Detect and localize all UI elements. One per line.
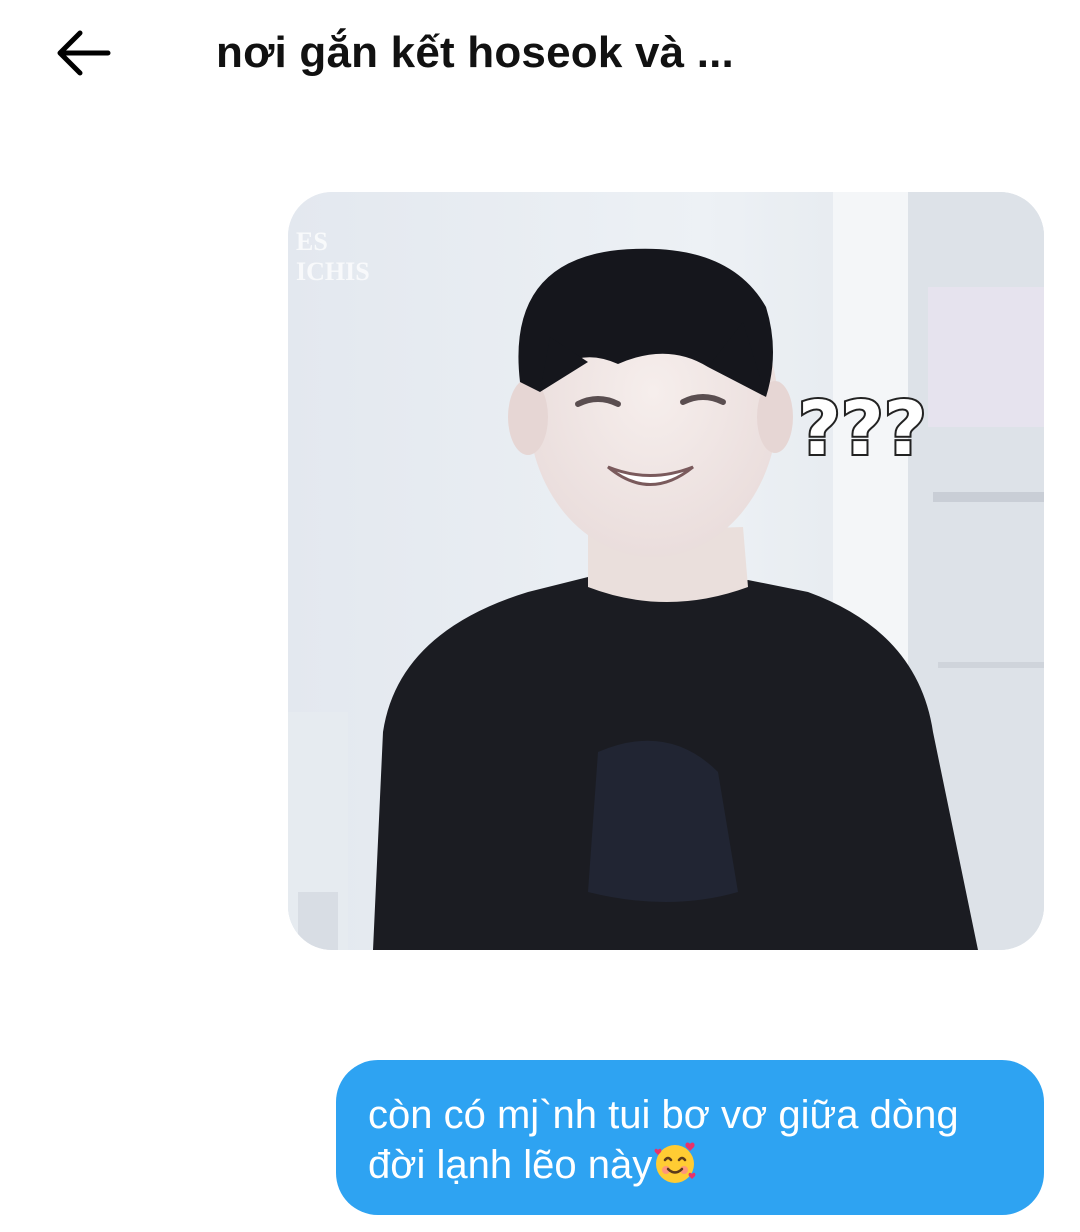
svg-text:???: ??? xyxy=(798,386,927,472)
svg-text:ES: ES xyxy=(296,227,328,256)
smiling-face-with-hearts-icon xyxy=(654,1142,696,1183)
svg-text:ICHIS: ICHIS xyxy=(296,257,370,286)
back-button[interactable] xyxy=(52,26,114,80)
image-message[interactable]: ES ICHIS ??? xyxy=(288,192,1044,950)
photo-icon: ES ICHIS ??? xyxy=(288,192,1044,950)
chat-header: nơi gắn kết hoseok và ... xyxy=(0,0,1080,110)
text-message-bubble[interactable]: còn có mj`nh tui bơ vơ giữa dòng đời lạn… xyxy=(336,1060,1044,1215)
arrow-left-icon xyxy=(57,30,111,76)
chat-title[interactable]: nơi gắn kết hoseok và ... xyxy=(216,28,734,78)
